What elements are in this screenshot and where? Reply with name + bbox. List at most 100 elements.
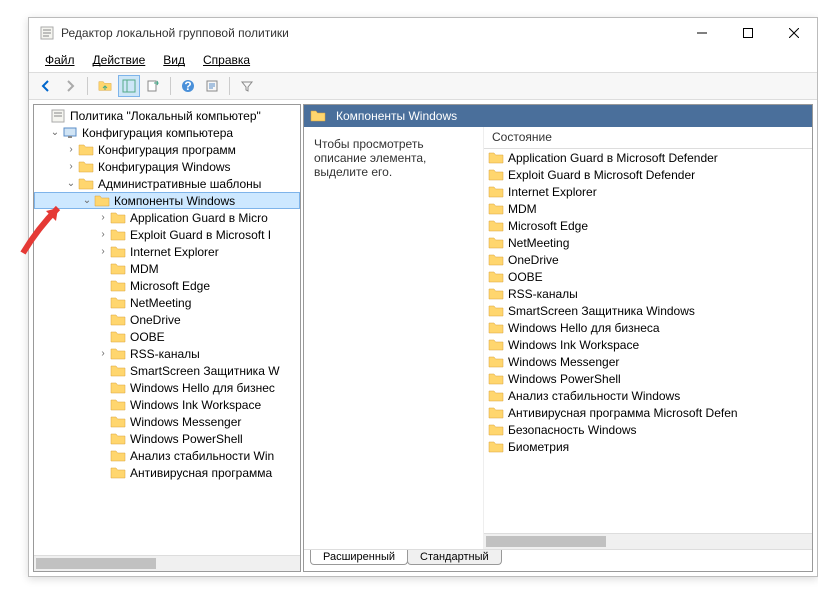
list-item[interactable]: Антивирусная программа Microsoft Defen: [484, 404, 812, 421]
titlebar[interactable]: Редактор локальной групповой политики: [29, 18, 817, 48]
list-item[interactable]: Windows Messenger: [484, 353, 812, 370]
tree-admin[interactable]: ⌄ Административные шаблоны: [34, 175, 300, 192]
tree-components[interactable]: ⌄ Компоненты Windows: [34, 192, 300, 209]
export-button[interactable]: [142, 75, 164, 97]
chevron-right-icon[interactable]: ›: [64, 160, 78, 174]
tree-item[interactable]: Windows Ink Workspace: [34, 396, 300, 413]
list-item[interactable]: Exploit Guard в Microsoft Defender: [484, 166, 812, 183]
folder-icon: [488, 269, 504, 285]
item-list[interactable]: Application Guard в Microsoft DefenderEx…: [484, 149, 812, 533]
folder-icon: [310, 108, 326, 124]
up-button[interactable]: [94, 75, 116, 97]
pane-header: Компоненты Windows: [304, 105, 812, 127]
menu-view[interactable]: Вид: [155, 51, 193, 69]
list-item[interactable]: Application Guard в Microsoft Defender: [484, 149, 812, 166]
chevron-right-icon[interactable]: ›: [96, 211, 110, 225]
chevron-down-icon[interactable]: ⌄: [80, 194, 94, 208]
tree-item[interactable]: MDM: [34, 260, 300, 277]
tree-win[interactable]: › Конфигурация Windows: [34, 158, 300, 175]
menu-help[interactable]: Справка: [195, 51, 258, 69]
tab-standard[interactable]: Стандартный: [407, 550, 502, 565]
details-pane: Компоненты Windows Чтобы просмотреть опи…: [303, 104, 813, 572]
folder-icon: [488, 218, 504, 234]
chevron-right-icon[interactable]: ›: [96, 347, 110, 361]
list-item[interactable]: Анализ стабильности Windows: [484, 387, 812, 404]
chevron-right-icon[interactable]: [96, 262, 110, 276]
folder-icon: [110, 312, 126, 328]
tree-item[interactable]: OOBE: [34, 328, 300, 345]
column-header-state[interactable]: Состояние: [484, 127, 812, 149]
tree-item[interactable]: ›RSS-каналы: [34, 345, 300, 362]
tree-root[interactable]: Политика "Локальный компьютер": [34, 107, 300, 124]
tree-item[interactable]: Анализ стабильности Win: [34, 447, 300, 464]
tree-item[interactable]: SmartScreen Защитника W: [34, 362, 300, 379]
tree-pane[interactable]: Политика "Локальный компьютер" ⌄ Конфигу…: [33, 104, 301, 572]
chevron-right-icon[interactable]: [96, 381, 110, 395]
folder-icon: [488, 354, 504, 370]
folder-icon: [110, 431, 126, 447]
tree-item[interactable]: Windows Messenger: [34, 413, 300, 430]
chevron-right-icon[interactable]: [96, 466, 110, 480]
tree-item[interactable]: OneDrive: [34, 311, 300, 328]
menu-action[interactable]: Действие: [85, 51, 154, 69]
list-item[interactable]: MDM: [484, 200, 812, 217]
chevron-right-icon[interactable]: [96, 432, 110, 446]
list-item[interactable]: Microsoft Edge: [484, 217, 812, 234]
folder-icon: [488, 422, 504, 438]
tree-item[interactable]: Антивирусная программа: [34, 464, 300, 481]
tree-item[interactable]: NetMeeting: [34, 294, 300, 311]
tree-item[interactable]: Windows PowerShell: [34, 430, 300, 447]
chevron-down-icon[interactable]: [36, 109, 50, 123]
back-button[interactable]: [35, 75, 57, 97]
tree-hscrollbar[interactable]: [34, 555, 300, 571]
tabs: Расширенный Стандартный: [304, 549, 812, 571]
list-item[interactable]: Internet Explorer: [484, 183, 812, 200]
tree-item[interactable]: Windows Hello для бизнес: [34, 379, 300, 396]
tree-comp-config[interactable]: ⌄ Конфигурация компьютера: [34, 124, 300, 141]
list-item[interactable]: NetMeeting: [484, 234, 812, 251]
list-item[interactable]: OneDrive: [484, 251, 812, 268]
chevron-right-icon[interactable]: [96, 279, 110, 293]
maximize-button[interactable]: [725, 18, 771, 48]
tree-soft[interactable]: › Конфигурация программ: [34, 141, 300, 158]
tree-item[interactable]: ›Internet Explorer: [34, 243, 300, 260]
chevron-right-icon[interactable]: [96, 313, 110, 327]
chevron-right-icon[interactable]: [96, 449, 110, 463]
show-tree-button[interactable]: [118, 75, 140, 97]
list-item[interactable]: Биометрия: [484, 438, 812, 455]
folder-icon: [488, 303, 504, 319]
help-button[interactable]: ?: [177, 75, 199, 97]
list-item[interactable]: OOBE: [484, 268, 812, 285]
chevron-right-icon[interactable]: ›: [64, 143, 78, 157]
list-hscrollbar[interactable]: [484, 533, 812, 549]
list-item[interactable]: Windows PowerShell: [484, 370, 812, 387]
chevron-down-icon[interactable]: ⌄: [64, 177, 78, 191]
menu-file[interactable]: Файл: [37, 51, 83, 69]
app-window: Редактор локальной групповой политики Фа…: [28, 17, 818, 577]
minimize-button[interactable]: [679, 18, 725, 48]
list-item[interactable]: SmartScreen Защитника Windows: [484, 302, 812, 319]
chevron-right-icon[interactable]: [96, 398, 110, 412]
tab-extended[interactable]: Расширенный: [310, 550, 408, 565]
chevron-right-icon[interactable]: [96, 296, 110, 310]
folder-icon: [78, 159, 94, 175]
chevron-right-icon[interactable]: [96, 330, 110, 344]
tree-item[interactable]: Microsoft Edge: [34, 277, 300, 294]
list-item[interactable]: RSS-каналы: [484, 285, 812, 302]
list-item[interactable]: Windows Hello для бизнеса: [484, 319, 812, 336]
chevron-right-icon[interactable]: ›: [96, 228, 110, 242]
chevron-right-icon[interactable]: [96, 364, 110, 378]
list-item[interactable]: Безопасность Windows: [484, 421, 812, 438]
chevron-right-icon[interactable]: [96, 415, 110, 429]
computer-icon: [62, 125, 78, 141]
forward-button[interactable]: [59, 75, 81, 97]
folder-icon: [488, 405, 504, 421]
properties-button[interactable]: [201, 75, 223, 97]
close-button[interactable]: [771, 18, 817, 48]
list-item[interactable]: Windows Ink Workspace: [484, 336, 812, 353]
chevron-down-icon[interactable]: ⌄: [48, 126, 62, 140]
tree-item[interactable]: ›Application Guard в Micro: [34, 209, 300, 226]
tree-item[interactable]: ›Exploit Guard в Microsoft I: [34, 226, 300, 243]
chevron-right-icon[interactable]: ›: [96, 245, 110, 259]
filter-button[interactable]: [236, 75, 258, 97]
